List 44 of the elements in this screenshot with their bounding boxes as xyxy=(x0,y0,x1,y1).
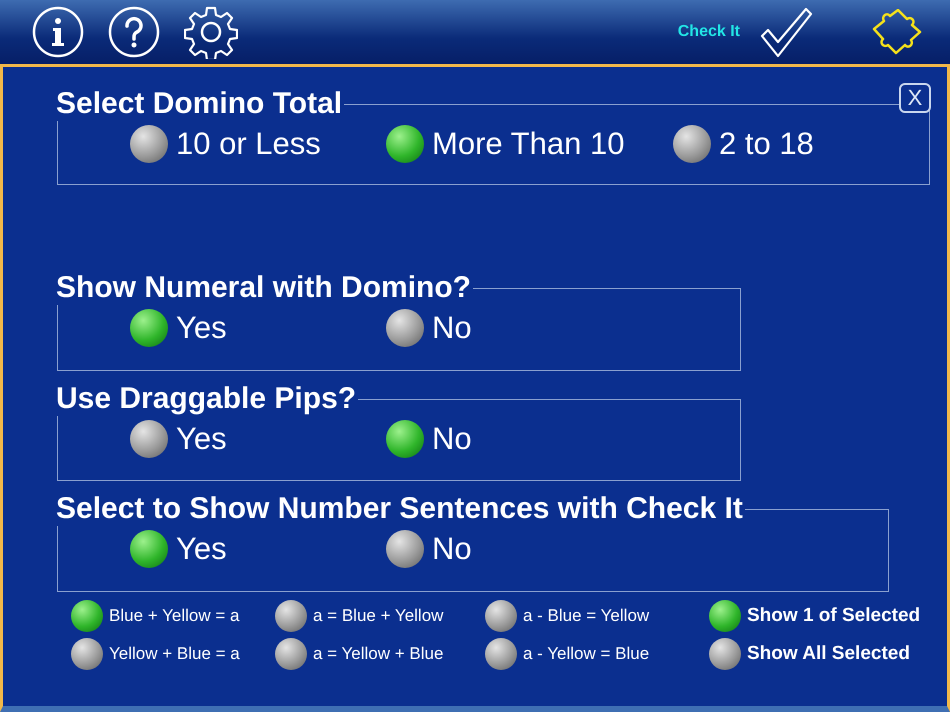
option-label: 2 to 18 xyxy=(719,126,814,162)
option-label: Yellow + Blue = a xyxy=(109,644,240,664)
option-label: 10 or Less xyxy=(176,126,321,162)
option-label: Yes xyxy=(176,421,227,457)
help-icon[interactable] xyxy=(108,6,160,58)
radio-button[interactable] xyxy=(386,530,424,568)
radio-button[interactable] xyxy=(386,125,424,163)
option-label: Show All Selected xyxy=(747,643,910,665)
radio-button[interactable] xyxy=(709,600,741,632)
radio-button[interactable] xyxy=(130,530,168,568)
radio-button[interactable] xyxy=(275,600,307,632)
info-icon[interactable] xyxy=(32,6,84,58)
checkmark-icon[interactable] xyxy=(758,6,814,58)
radio-button[interactable] xyxy=(275,638,307,670)
radio-button[interactable] xyxy=(130,125,168,163)
option-label: Yes xyxy=(176,531,227,567)
radio-button[interactable] xyxy=(485,638,517,670)
option-label: a - Yellow = Blue xyxy=(523,644,650,664)
check-it-button[interactable]: Check It xyxy=(678,23,740,41)
close-button[interactable]: X xyxy=(899,83,931,113)
option-label: No xyxy=(432,531,472,567)
option-label: a = Yellow + Blue xyxy=(313,644,444,664)
option-label: No xyxy=(432,310,472,346)
radio-button[interactable] xyxy=(130,309,168,347)
radio-button[interactable] xyxy=(386,420,424,458)
radio-button[interactable] xyxy=(71,600,103,632)
option-label: More Than 10 xyxy=(432,126,624,162)
group-title: Use Draggable Pips? xyxy=(55,382,358,416)
option-label: a - Blue = Yellow xyxy=(523,606,650,626)
group-title: Select Domino Total xyxy=(55,87,344,121)
radio-button[interactable] xyxy=(673,125,711,163)
option-label: Yes xyxy=(176,310,227,346)
radio-button[interactable] xyxy=(709,638,741,670)
radio-button[interactable] xyxy=(71,638,103,670)
option-label: Show 1 of Selected xyxy=(747,605,920,627)
group-title: Select to Show Number Sentences with Check It xyxy=(55,492,744,526)
group-title: Show Numeral with Domino? xyxy=(55,271,472,305)
option-label: a = Blue + Yellow xyxy=(313,606,444,626)
settings-icon[interactable] xyxy=(184,5,238,59)
option-label: Blue + Yellow = a xyxy=(109,606,240,626)
radio-button[interactable] xyxy=(130,420,168,458)
radio-button[interactable] xyxy=(386,309,424,347)
radio-button[interactable] xyxy=(485,600,517,632)
option-label: No xyxy=(432,421,472,457)
